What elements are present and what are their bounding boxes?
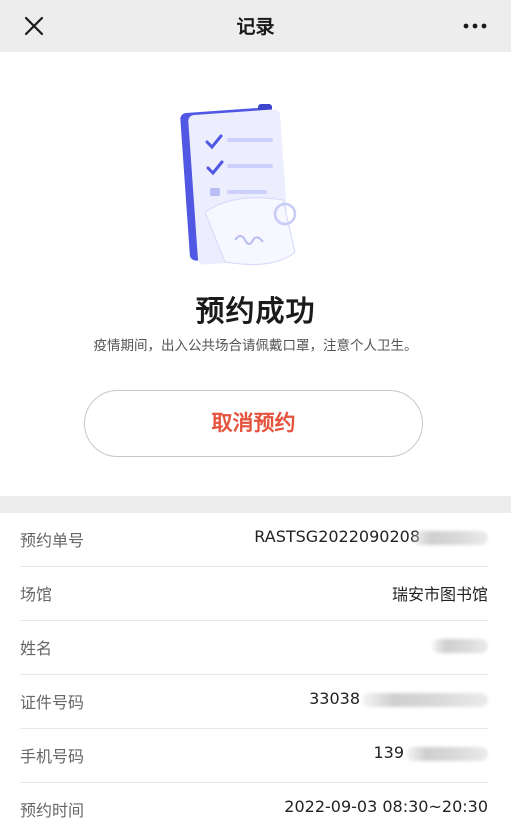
detail-label: 证件号码 (20, 693, 85, 712)
result-card: 预约成功 疫情期间，出入公共场合请佩戴口罩，注意个人卫生。 取消预约 (0, 52, 511, 496)
reservation-details: 预约单号 RASTSG2022090208 场馆 瑞安市图书馆 姓名 证件号码 … (0, 513, 511, 824)
nav-bar: 记录 (0, 0, 511, 52)
detail-row-phone: 手机号码 139 (0, 729, 511, 783)
detail-row-order-number: 预约单号 RASTSG2022090208 (0, 513, 511, 567)
detail-row-name: 姓名 (0, 621, 511, 675)
more-icon[interactable] (461, 14, 489, 38)
detail-row-id-number: 证件号码 33038 (0, 675, 511, 729)
detail-label: 预约时间 (20, 801, 85, 820)
order-number-value: RASTSG2022090208 (254, 527, 488, 546)
detail-label: 预约单号 (20, 531, 85, 550)
document-check-icon (180, 104, 297, 265)
detail-row-time: 预约时间 2022-09-03 08:30~20:30 (0, 783, 511, 824)
detail-label: 手机号码 (20, 747, 85, 766)
cancel-reservation-button[interactable]: 取消预约 (84, 390, 423, 457)
detail-row-venue: 场馆 瑞安市图书馆 (0, 567, 511, 621)
close-icon[interactable] (22, 14, 46, 38)
name-value (432, 635, 488, 654)
success-title: 预约成功 (195, 294, 316, 328)
detail-label: 场馆 (20, 585, 53, 604)
time-value: 2022-09-03 08:30~20:30 (284, 797, 488, 816)
id-number-value: 33038 (309, 689, 488, 708)
venue-value: 瑞安市图书馆 (391, 585, 488, 604)
phone-value: 139 (373, 743, 488, 762)
mask-notice: 疫情期间，出入公共场合请佩戴口罩，注意个人卫生。 (93, 338, 418, 354)
page-title: 记录 (236, 16, 275, 38)
detail-label: 姓名 (20, 639, 53, 658)
